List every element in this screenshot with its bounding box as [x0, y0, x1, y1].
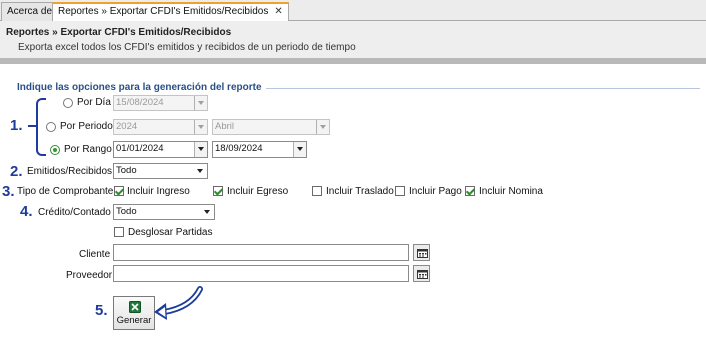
por-periodo-month: Abril — [212, 119, 330, 135]
credito-label: Crédito/Contado — [38, 207, 111, 218]
radio-por-rango[interactable] — [50, 145, 60, 155]
chevron-down-icon — [316, 120, 329, 134]
chevron-down-icon — [194, 96, 207, 110]
annotation-4: 4. — [20, 203, 33, 220]
checkbox-incluir-traslado[interactable] — [312, 186, 322, 196]
radio-por-periodo[interactable] — [46, 122, 56, 132]
chevron-down-icon[interactable] — [293, 142, 306, 157]
checkbox-incluir-egreso[interactable] — [213, 186, 223, 196]
annotation-1: 1. — [10, 117, 23, 134]
credito-value: Todo — [116, 206, 137, 217]
proveedor-input[interactable] — [113, 265, 409, 282]
chevron-down-icon[interactable] — [194, 164, 207, 178]
por-rango-from-value: 01/01/2024 — [116, 143, 164, 154]
incluir-nomina-label: Incluir Nomina — [479, 186, 543, 197]
incluir-egreso-label: Incluir Egreso — [227, 186, 289, 197]
annotation-bracket — [36, 98, 46, 156]
radio-por-dia[interactable] — [63, 98, 73, 108]
annotation-5: 5. — [95, 302, 108, 319]
emitidos-label: Emitidos/Recibidos — [27, 166, 113, 177]
close-icon[interactable]: ✕ — [274, 6, 282, 17]
incluir-pago-label: Incluir Pago — [409, 186, 462, 197]
tab-label: Acerca de — [7, 6, 53, 17]
tab-acerca-de[interactable]: Acerca de — [1, 2, 59, 21]
checkbox-incluir-pago[interactable] — [395, 186, 405, 196]
desglosar-label: Desglosar Partidas — [128, 227, 213, 238]
tab-label: Reportes » Exportar CFDI's Emitidos/Reci… — [58, 6, 269, 17]
tab-reportes[interactable]: Reportes » Exportar CFDI's Emitidos/Reci… — [52, 2, 289, 22]
tipo-label: Tipo de Comprobante — [17, 186, 114, 197]
por-rango-to-value: 18/09/2024 — [215, 143, 263, 154]
calendar-icon — [417, 249, 428, 258]
cliente-search-button[interactable] — [413, 244, 430, 261]
group-divider — [250, 88, 700, 89]
pointer-arrow-icon — [154, 286, 203, 320]
checkbox-incluir-ingreso[interactable] — [114, 186, 124, 196]
por-periodo-year: 2024 — [113, 119, 208, 135]
options-group-title: Indique las opciones para la generación … — [17, 82, 266, 93]
excel-icon — [129, 301, 141, 313]
credito-select[interactable]: Todo — [113, 204, 215, 220]
por-periodo-label: Por Periodo — [60, 121, 113, 132]
chevron-down-icon[interactable] — [194, 142, 207, 157]
checkbox-incluir-nomina[interactable] — [465, 186, 475, 196]
por-dia-label: Por Día — [77, 97, 111, 108]
chevron-down-icon[interactable] — [201, 205, 214, 219]
page-subtitle: Exporta excel todos los CFDI's emitidos … — [18, 42, 356, 53]
por-periodo-year-value: 2024 — [116, 121, 138, 132]
calendar-icon — [417, 270, 428, 279]
por-dia-date: 15/08/2024 — [113, 95, 208, 111]
proveedor-search-button[interactable] — [413, 265, 430, 282]
cliente-input[interactable] — [113, 244, 409, 261]
page-title: Reportes » Exportar CFDI's Emitidos/Reci… — [6, 27, 232, 38]
emitidos-select[interactable]: Todo — [113, 163, 208, 179]
por-rango-from[interactable]: 01/01/2024 — [113, 141, 208, 158]
annotation-2: 2. — [10, 163, 23, 180]
header-divider — [0, 58, 706, 64]
chevron-down-icon — [194, 120, 207, 134]
por-dia-date-value: 15/08/2024 — [116, 97, 164, 108]
cliente-label: Cliente — [79, 249, 111, 260]
checkbox-desglosar-partidas[interactable] — [114, 227, 124, 237]
por-rango-label: Por Rango — [64, 144, 112, 155]
por-periodo-month-value: Abril — [215, 121, 235, 132]
generar-button[interactable]: Generar — [113, 296, 155, 330]
annotation-bracket-tick — [28, 125, 38, 127]
por-rango-to[interactable]: 18/09/2024 — [212, 141, 307, 158]
emitidos-value: Todo — [116, 165, 137, 176]
proveedor-label: Proveedor — [66, 270, 113, 281]
incluir-ingreso-label: Incluir Ingreso — [127, 186, 190, 197]
generar-label: Generar — [116, 315, 152, 326]
incluir-traslado-label: Incluir Traslado — [326, 186, 394, 197]
annotation-3: 3. — [2, 183, 15, 200]
